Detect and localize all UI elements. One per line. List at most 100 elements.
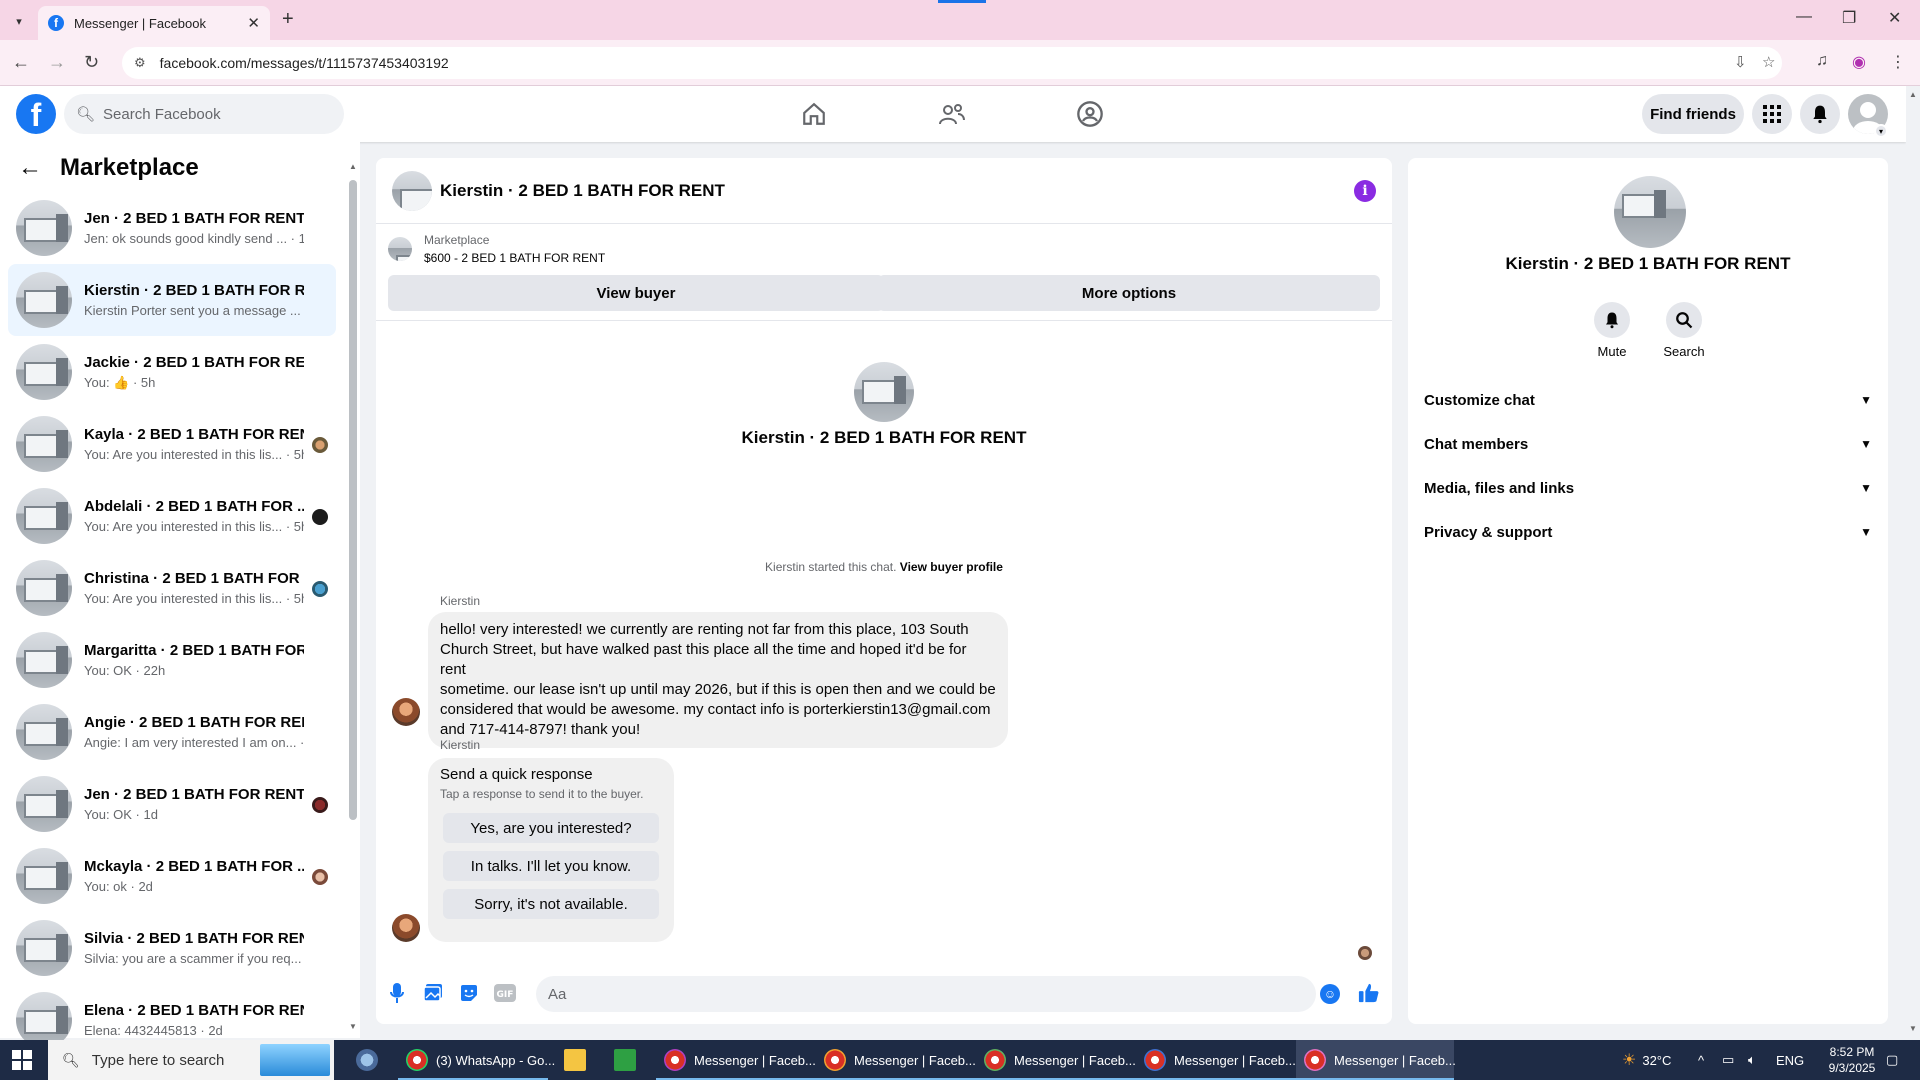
menu-grid-icon[interactable] [1752, 94, 1792, 134]
conversation-list: Jen · 2 BED 1 BATH FOR RENT Jen: ok sound… [8, 192, 336, 1056]
tray-chevron-icon[interactable]: ^ [1698, 1040, 1704, 1080]
chat-title[interactable]: Kierstin · 2 BED 1 BATH FOR RENT [440, 181, 725, 201]
home-icon[interactable] [798, 98, 830, 130]
taskbar-search[interactable]: 🔍︎ [48, 1040, 334, 1080]
taskbar-app-messenger[interactable]: Messenger | Faceb... [1136, 1040, 1296, 1080]
page-scrollbar[interactable]: ▲ ▼ [1906, 86, 1920, 1038]
conversation-item[interactable]: Jen · 2 BED 1 BATH FOR RENT Jen: ok sound… [8, 192, 336, 264]
taskbar-app-notes[interactable] [606, 1040, 650, 1080]
scroll-down-icon[interactable]: ▼ [349, 1022, 357, 1031]
search-action[interactable]: Search [1654, 302, 1714, 359]
photo-icon[interactable] [422, 982, 444, 1004]
notifications-bell-icon[interactable] [1800, 94, 1840, 134]
conversation-name: Jen · 2 BED 1 BATH FOR RENT [84, 786, 304, 803]
tab-close-icon[interactable]: ✕ [247, 14, 260, 32]
chrome-profile-icon [664, 1049, 686, 1071]
close-window-icon[interactable]: ✕ [1888, 8, 1901, 28]
quick-response-option[interactable]: Sorry, it's not available. [443, 889, 659, 919]
taskbar-app-whatsapp[interactable]: (3) WhatsApp - Go... [398, 1040, 555, 1080]
minimize-icon[interactable]: — [1796, 8, 1812, 26]
conversation-item[interactable]: Mckayla · 2 BED 1 BATH FOR ... You: ok · … [8, 840, 336, 912]
privacy-support-row[interactable]: Privacy & support ▼ [1424, 514, 1872, 550]
facebook-logo-icon[interactable]: f [16, 94, 56, 134]
view-buyer-button[interactable]: View buyer [388, 275, 884, 311]
bell-icon[interactable] [1594, 302, 1630, 338]
customize-chat-row[interactable]: Customize chat ▼ [1424, 382, 1872, 418]
volume-icon[interactable]: 🔈︎ [1748, 1040, 1756, 1080]
language-indicator[interactable]: ENG [1776, 1040, 1804, 1080]
network-icon[interactable]: ▭ [1722, 1040, 1734, 1080]
emoji-icon[interactable]: ☺ [1320, 984, 1340, 1004]
taskbar-app-browser[interactable] [348, 1040, 398, 1080]
conversation-item[interactable]: Jackie · 2 BED 1 BATH FOR RENT You: 👍 · 5… [8, 336, 336, 408]
friends-icon[interactable] [936, 98, 968, 130]
sender-avatar[interactable] [392, 914, 420, 942]
conversation-item[interactable]: Abdelali · 2 BED 1 BATH FOR ... You: Are … [8, 480, 336, 552]
address-bar[interactable]: ⚙ facebook.com/messages/t/11157374534031… [122, 47, 1782, 79]
mute-action[interactable]: Mute [1582, 302, 1642, 359]
reload-icon[interactable]: ↻ [84, 52, 99, 73]
taskbar-app-messenger[interactable]: Messenger | Faceb... [816, 1040, 976, 1080]
restore-icon[interactable]: ❐ [1842, 8, 1856, 28]
taskbar-search-input[interactable] [91, 1051, 252, 1069]
groups-icon[interactable] [1074, 98, 1106, 130]
scrollbar-thumb[interactable] [349, 180, 357, 820]
tab-search-icon[interactable]: ▾ [8, 10, 30, 32]
media-files-links-row[interactable]: Media, files and links ▼ [1424, 470, 1872, 506]
thumbs-up-like-icon[interactable] [1358, 982, 1380, 1004]
taskbar-app-messenger[interactable]: Messenger | Faceb... [656, 1040, 816, 1080]
conversation-item[interactable]: Christina · 2 BED 1 BATH FOR ... You: Are… [8, 552, 336, 624]
find-friends-button[interactable]: Find friends [1642, 94, 1744, 134]
conversation-info-icon[interactable]: i [1354, 180, 1376, 202]
view-buyer-profile-link[interactable]: View buyer profile [900, 560, 1003, 574]
weather-widget[interactable]: ☀ 32°C [1622, 1040, 1671, 1080]
chat-members-row[interactable]: Chat members ▼ [1424, 426, 1872, 462]
sticker-icon[interactable] [458, 982, 480, 1004]
conversation-item[interactable]: Angie · 2 BED 1 BATH FOR RENT Angie: I am… [8, 696, 336, 768]
quick-response-option[interactable]: Yes, are you interested? [443, 813, 659, 843]
microphone-icon[interactable] [386, 982, 408, 1004]
new-tab-icon[interactable]: + [282, 8, 294, 31]
message-bubble[interactable]: hello! very interested! we currently are… [428, 612, 1008, 748]
back-arrow-icon[interactable]: ← [18, 154, 42, 182]
message-line: and 717-414-8797! thank you! [440, 721, 641, 738]
browser-menu-icon[interactable]: ⋮ [1890, 52, 1906, 72]
taskbar-app-messenger[interactable]: Messenger | Faceb... [976, 1040, 1136, 1080]
sender-avatar[interactable] [392, 698, 420, 726]
quick-response-option[interactable]: In talks. I'll let you know. [443, 851, 659, 881]
windows-start-icon[interactable] [12, 1050, 32, 1070]
back-icon[interactable]: ← [12, 52, 30, 73]
facebook-search-input[interactable] [103, 105, 324, 123]
sidebar-scrollbar[interactable]: ▲ ▼ [348, 162, 358, 1032]
search-icon[interactable] [1666, 302, 1702, 338]
browser-tab[interactable]: f Messenger | Facebook ✕ [38, 6, 270, 40]
conversation-info-panel: Kierstin · 2 BED 1 BATH FOR RENT Mute Se… [1408, 158, 1888, 1024]
forward-icon[interactable]: → [48, 52, 66, 73]
listing-small-thumbnail [388, 237, 412, 261]
conversation-item[interactable]: Jen · 2 BED 1 BATH FOR RENT You: OK · 1d [8, 768, 336, 840]
listing-price-title[interactable]: $600 - 2 BED 1 BATH FOR RENT [424, 251, 605, 265]
gif-icon[interactable]: GIF [494, 982, 516, 1004]
site-info-icon[interactable]: ⚙ [134, 55, 146, 71]
conversation-item[interactable]: Kayla · 2 BED 1 BATH FOR RENT You: Are yo… [8, 408, 336, 480]
scroll-up-icon[interactable]: ▲ [349, 162, 357, 171]
taskbar-app-file-explorer[interactable] [556, 1040, 600, 1080]
scroll-up-icon[interactable]: ▲ [1909, 90, 1917, 99]
facebook-search[interactable]: 🔍︎ [64, 94, 344, 134]
taskbar-app-messenger-active[interactable]: Messenger | Faceb... [1296, 1040, 1456, 1080]
conversation-item[interactable]: Margaritta · 2 BED 1 BATH FOR ... You: OK… [8, 624, 336, 696]
chat-header: Kierstin · 2 BED 1 BATH FOR RENT i [376, 158, 1392, 224]
notification-center-icon[interactable]: ▢ [1886, 1040, 1898, 1080]
bookmark-star-icon[interactable]: ☆ [1762, 53, 1775, 71]
conversation-item-active[interactable]: Kierstin · 2 BED 1 BATH FOR RENT Kierstin… [8, 264, 336, 336]
media-controls-icon[interactable]: ♫ [1816, 52, 1828, 70]
account-chevron-icon[interactable]: ▾ [1874, 124, 1888, 138]
conversation-item[interactable]: Silvia · 2 BED 1 BATH FOR RENT Silvia: yo… [8, 912, 336, 984]
scroll-down-icon[interactable]: ▼ [1909, 1024, 1917, 1033]
message-input[interactable] [536, 976, 1316, 1012]
system-clock[interactable]: 8:52 PM 9/3/2025 [1822, 1044, 1882, 1076]
chat-listing-thumbnail[interactable] [392, 170, 432, 211]
install-app-icon[interactable]: ⇩ [1734, 53, 1747, 71]
more-options-button[interactable]: More options [878, 275, 1380, 311]
profile-icon[interactable]: ◉ [1852, 52, 1866, 72]
